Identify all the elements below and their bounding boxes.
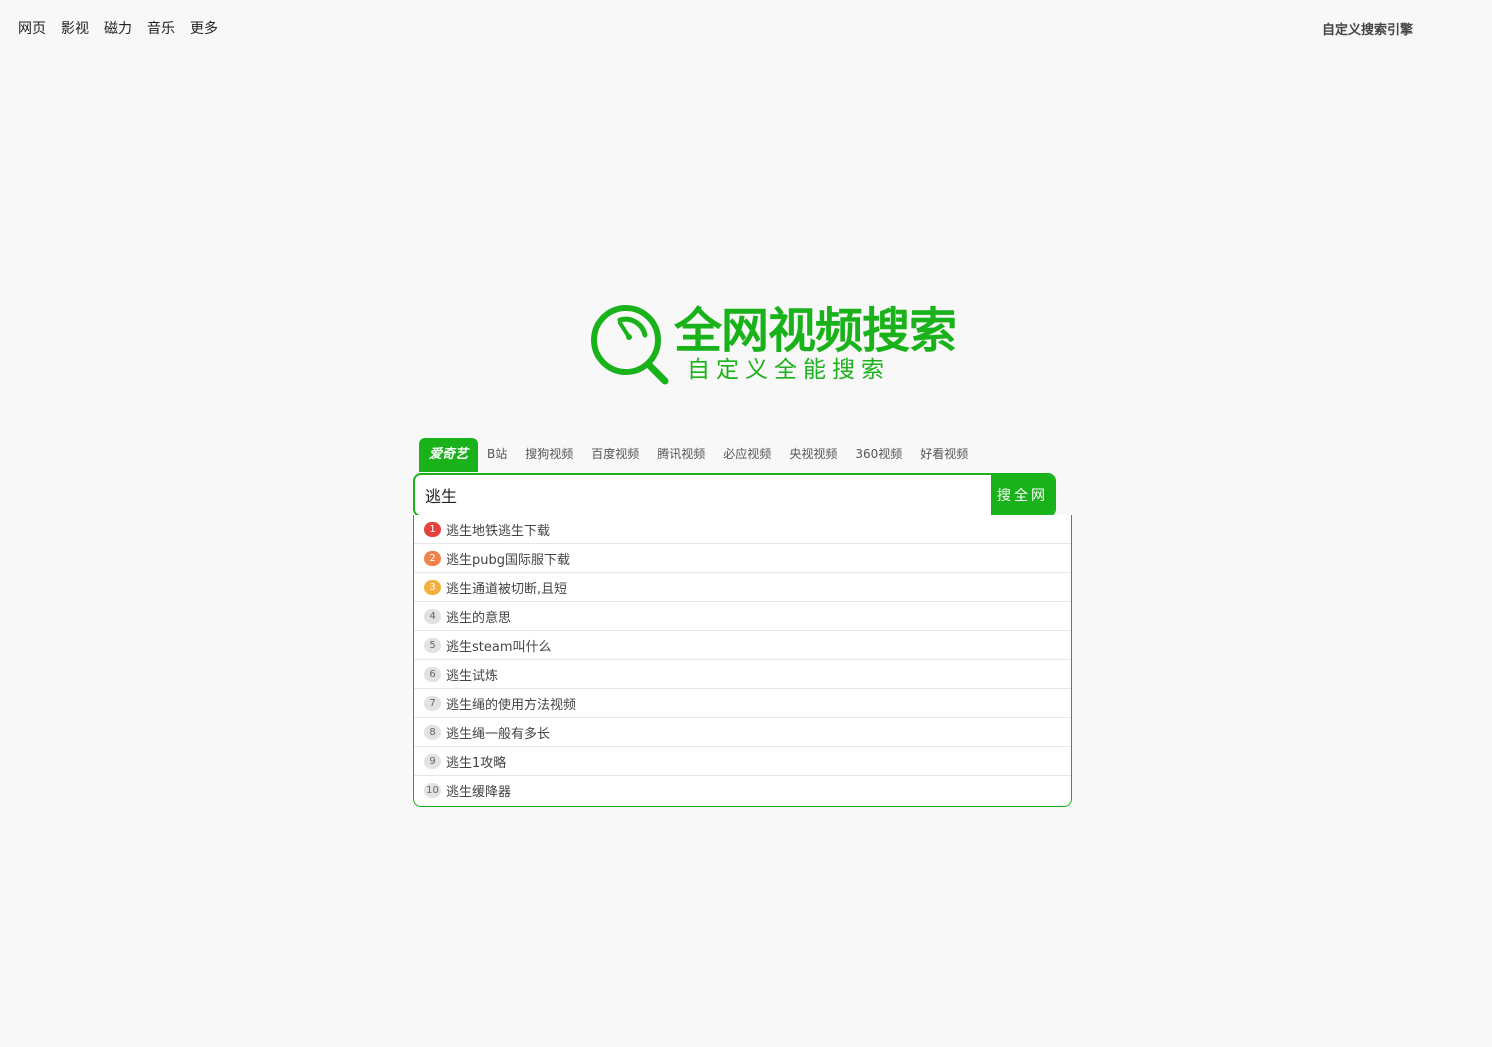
tab-iqiyi[interactable]: 爱奇艺	[419, 438, 479, 472]
suggestion-item[interactable]: 8 逃生绳一般有多长	[414, 718, 1071, 747]
suggestion-item[interactable]: 5 逃生steam叫什么	[414, 631, 1071, 660]
suggestion-text: 逃生绳的使用方法视频	[446, 697, 577, 713]
suggestion-text: 逃生1攻略	[446, 755, 507, 771]
suggestion-text: 逃生的意思	[446, 610, 512, 626]
suggestion-text: 逃生steam叫什么	[446, 639, 552, 655]
tab-bing-video[interactable]: 必应视频	[714, 436, 780, 472]
rank-badge: 1	[424, 521, 441, 537]
rank-badge: 3	[424, 579, 441, 595]
rank-badge: 5	[424, 637, 441, 653]
suggestion-text: 逃生pubg国际服下载	[446, 552, 570, 568]
suggestion-text: 逃生地铁逃生下载	[446, 523, 551, 539]
suggestion-item[interactable]: 7 逃生绳的使用方法视频	[414, 689, 1071, 718]
suggestion-text: 逃生通道被切断,且短	[446, 581, 568, 597]
tab-sogou-video[interactable]: 搜狗视频	[516, 436, 582, 472]
search-box: 搜全网	[413, 473, 1056, 517]
rank-badge: 8	[424, 724, 441, 740]
custom-engine-link[interactable]: 自定义搜索引擎	[1322, 19, 1413, 38]
tab-baidu-video[interactable]: 百度视频	[582, 436, 648, 472]
tab-haokan-video[interactable]: 好看视频	[911, 436, 977, 472]
suggestion-item[interactable]: 9 逃生1攻略	[414, 747, 1071, 776]
rank-badge: 7	[424, 695, 441, 711]
top-nav: 网页 影视 磁力 音乐 更多	[18, 18, 218, 38]
logo-title: 全网视频搜索	[674, 303, 957, 359]
suggestion-text: 逃生缓降器	[446, 785, 512, 800]
search-input[interactable]	[415, 475, 991, 515]
suggestion-list: 1 逃生地铁逃生下载 2 逃生pubg国际服下载 3 逃生通道被切断,且短 4 …	[413, 515, 1072, 807]
site-logo: 全网视频搜索 自定义全能搜索	[590, 303, 957, 387]
tab-tencent-video[interactable]: 腾讯视频	[648, 436, 714, 472]
nav-more[interactable]: 更多	[190, 18, 218, 38]
tab-cctv-video[interactable]: 央视视频	[780, 436, 846, 472]
tab-360-video[interactable]: 360视频	[846, 436, 911, 472]
suggestion-item[interactable]: 6 逃生试炼	[414, 660, 1071, 689]
nav-web[interactable]: 网页	[18, 18, 46, 38]
nav-music[interactable]: 音乐	[147, 18, 175, 38]
nav-magnet[interactable]: 磁力	[104, 18, 132, 38]
engine-tabs: 爱奇艺 B站 搜狗视频 百度视频 腾讯视频 必应视频 央视视频 360视频 好看…	[419, 438, 977, 472]
rank-badge: 9	[424, 753, 441, 769]
suggestion-item[interactable]: 4 逃生的意思	[414, 602, 1071, 631]
tab-bilibili[interactable]: B站	[478, 436, 516, 472]
suggestion-item[interactable]: 10 逃生缓降器	[414, 776, 1071, 805]
rank-badge: 10	[424, 783, 441, 798]
nav-video[interactable]: 影视	[61, 18, 89, 38]
search-button[interactable]: 搜全网	[991, 475, 1054, 515]
rank-badge: 6	[424, 666, 441, 682]
rank-badge: 4	[424, 608, 441, 624]
suggestion-text: 逃生绳一般有多长	[446, 726, 551, 742]
suggestion-item[interactable]: 2 逃生pubg国际服下载	[414, 544, 1071, 573]
rank-badge: 2	[424, 550, 441, 566]
magnifier-icon	[591, 305, 669, 385]
suggestion-text: 逃生试炼	[446, 668, 499, 684]
suggestion-item[interactable]: 1 逃生地铁逃生下载	[414, 515, 1071, 544]
logo-subtitle: 自定义全能搜索	[687, 357, 890, 383]
suggestion-item[interactable]: 3 逃生通道被切断,且短	[414, 573, 1071, 602]
